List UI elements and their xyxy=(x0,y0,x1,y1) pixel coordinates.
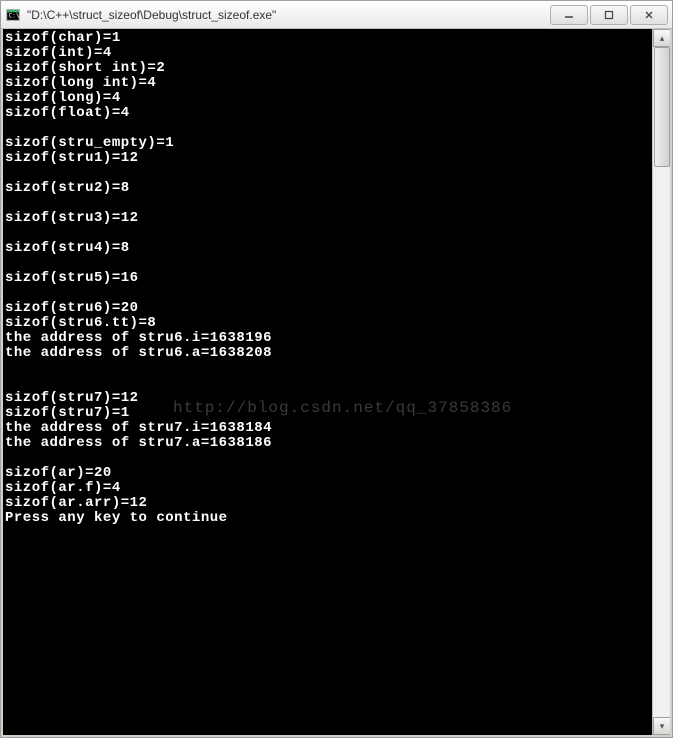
window-title: "D:\C++\struct_sizeof\Debug\struct_sizeo… xyxy=(27,8,548,22)
app-icon: C:\ xyxy=(5,7,21,23)
titlebar[interactable]: C:\ "D:\C++\struct_sizeof\Debug\struct_s… xyxy=(1,1,672,29)
scroll-down-button[interactable]: ▾ xyxy=(653,717,671,735)
maximize-button[interactable] xyxy=(590,5,628,25)
scroll-up-button[interactable]: ▴ xyxy=(653,29,671,47)
scroll-thumb[interactable] xyxy=(654,47,670,167)
window-controls xyxy=(548,5,668,25)
console-area: sizof(char)=1 sizof(int)=4 sizof(short i… xyxy=(1,29,672,737)
close-button[interactable] xyxy=(630,5,668,25)
svg-text:C:\: C:\ xyxy=(9,12,20,19)
vertical-scrollbar[interactable]: ▴ ▾ xyxy=(652,29,670,735)
minimize-button[interactable] xyxy=(550,5,588,25)
console-output[interactable]: sizof(char)=1 sizof(int)=4 sizof(short i… xyxy=(3,29,652,735)
console-window: C:\ "D:\C++\struct_sizeof\Debug\struct_s… xyxy=(0,0,673,738)
